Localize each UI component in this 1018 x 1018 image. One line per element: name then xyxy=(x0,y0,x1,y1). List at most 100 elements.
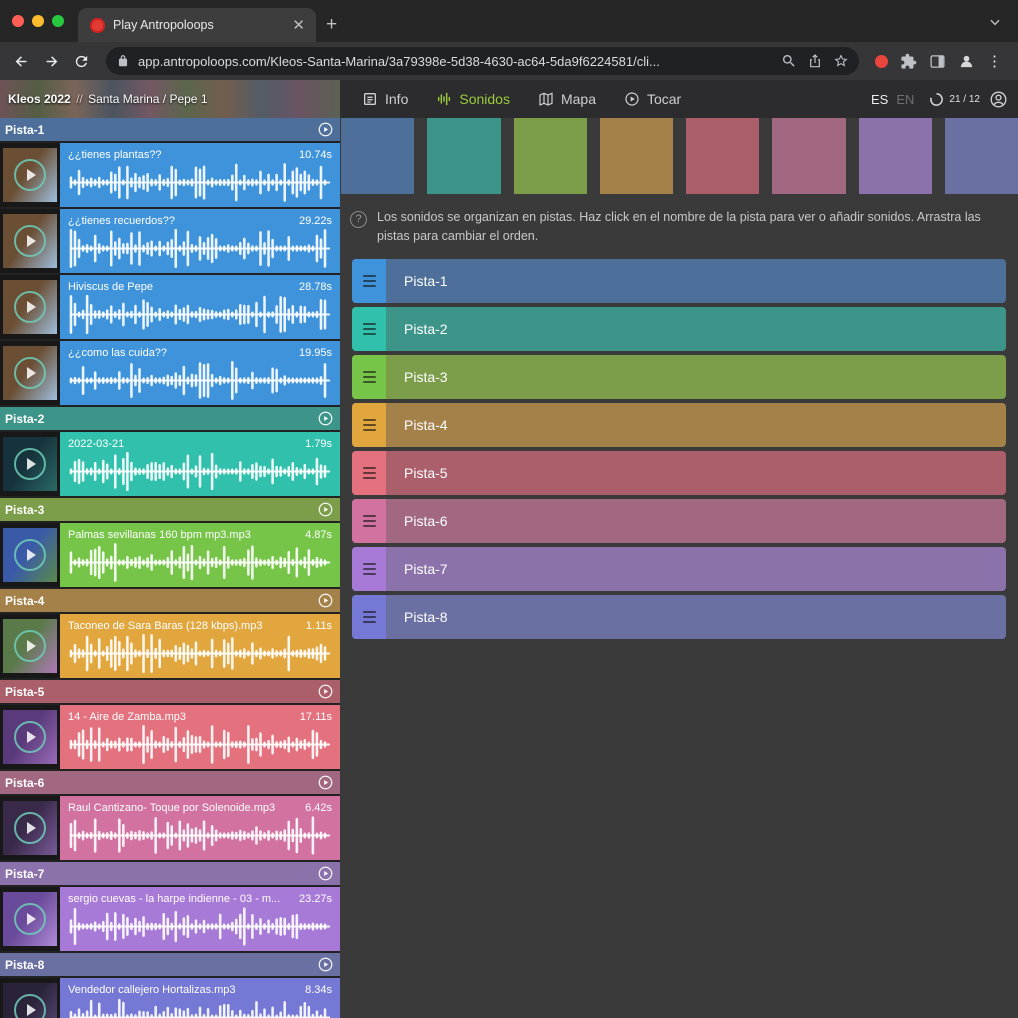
track-bar[interactable]: Pista-2 xyxy=(352,307,1006,351)
tab-mapa[interactable]: Mapa xyxy=(538,91,596,107)
share-icon[interactable] xyxy=(807,53,823,69)
track-play-button-icon[interactable] xyxy=(318,684,333,699)
tab-tocar[interactable]: Tocar xyxy=(624,91,681,107)
track-color-swatch[interactable] xyxy=(945,118,1018,194)
drag-handle-icon[interactable] xyxy=(352,403,386,447)
account-icon[interactable] xyxy=(989,90,1008,109)
track-color-swatch[interactable] xyxy=(859,118,932,194)
drag-handle-icon[interactable] xyxy=(352,547,386,591)
help-question-icon[interactable]: ? xyxy=(350,211,367,228)
track-play-button-icon[interactable] xyxy=(318,411,333,426)
profile-avatar-icon[interactable] xyxy=(958,53,975,70)
track-play-button-icon[interactable] xyxy=(318,775,333,790)
back-icon[interactable] xyxy=(8,48,34,74)
track-header[interactable]: Pista-1 xyxy=(0,118,340,141)
thumbnail-play-icon[interactable] xyxy=(3,346,57,400)
drag-handle-icon[interactable] xyxy=(352,595,386,639)
track-header[interactable]: Pista-4 xyxy=(0,589,340,612)
thumbnail-play-icon[interactable] xyxy=(3,892,57,946)
url-text[interactable]: app.antropoloops.com/Kleos-Santa-Marina/… xyxy=(138,54,773,69)
new-tab-button[interactable]: + xyxy=(316,14,349,42)
track-color-swatch[interactable] xyxy=(600,118,673,194)
track-bar[interactable]: Pista-7 xyxy=(352,547,1006,591)
thumbnail-play-icon[interactable] xyxy=(3,619,57,673)
track-play-button-icon[interactable] xyxy=(318,122,333,137)
tab-close-icon[interactable]: ✕ xyxy=(289,18,308,33)
recording-extension-icon[interactable] xyxy=(875,55,888,68)
thumbnail-play-icon[interactable] xyxy=(3,437,57,491)
track-header[interactable]: Pista-3 xyxy=(0,498,340,521)
sound-waveform[interactable] xyxy=(68,998,332,1018)
track-bar[interactable]: Pista-6 xyxy=(352,499,1006,543)
track-header[interactable]: Pista-7 xyxy=(0,862,340,885)
drag-handle-icon[interactable] xyxy=(352,499,386,543)
track-play-button-icon[interactable] xyxy=(318,593,333,608)
reload-icon[interactable] xyxy=(68,48,94,74)
drag-handle-icon[interactable] xyxy=(352,451,386,495)
track-play-button-icon[interactable] xyxy=(318,502,333,517)
sound-waveform[interactable] xyxy=(68,907,332,946)
macos-fullscreen-button[interactable] xyxy=(52,15,64,27)
sound-row[interactable]: ¿¿tienes recuerdos??29.22s xyxy=(0,209,340,273)
track-color-swatch[interactable] xyxy=(514,118,587,194)
thumbnail-play-icon[interactable] xyxy=(3,528,57,582)
sound-waveform[interactable] xyxy=(68,229,332,268)
track-color-swatch[interactable] xyxy=(686,118,759,194)
track-bar[interactable]: Pista-8 xyxy=(352,595,1006,639)
sound-row[interactable]: 14 - Aire de Zamba.mp317.11s xyxy=(0,705,340,769)
browser-menu-kebab-icon[interactable]: ⋮ xyxy=(987,54,1002,69)
sound-waveform[interactable] xyxy=(68,543,332,582)
drag-handle-icon[interactable] xyxy=(352,355,386,399)
forward-icon[interactable] xyxy=(38,48,64,74)
url-bar[interactable]: app.antropoloops.com/Kleos-Santa-Marina/… xyxy=(106,47,859,75)
track-header[interactable]: Pista-2 xyxy=(0,407,340,430)
lang-en[interactable]: EN xyxy=(896,92,914,107)
thumbnail-play-icon[interactable] xyxy=(3,148,57,202)
track-play-button-icon[interactable] xyxy=(318,957,333,972)
sound-waveform[interactable] xyxy=(68,295,332,334)
macos-close-button[interactable] xyxy=(12,15,24,27)
track-color-swatch[interactable] xyxy=(341,118,414,194)
drag-handle-icon[interactable] xyxy=(352,259,386,303)
sound-row[interactable]: Hiviscus de Pepe28.78s xyxy=(0,275,340,339)
track-color-swatch[interactable] xyxy=(427,118,500,194)
thumbnail-play-icon[interactable] xyxy=(3,983,57,1018)
sound-row[interactable]: Taconeo de Sara Baras (128 kbps).mp31.11… xyxy=(0,614,340,678)
tab-info[interactable]: Info xyxy=(362,91,408,107)
track-bar[interactable]: Pista-5 xyxy=(352,451,1006,495)
sound-row[interactable]: ¿¿como las cuida??19.95s xyxy=(0,341,340,405)
track-play-button-icon[interactable] xyxy=(318,866,333,881)
sound-row[interactable]: 2022-03-211.79s xyxy=(0,432,340,496)
sound-waveform[interactable] xyxy=(68,361,332,400)
breadcrumb-project-link[interactable]: Kleos 2022 xyxy=(8,92,71,106)
sound-row[interactable]: Palmas sevillanas 160 bpm mp3.mp34.87s xyxy=(0,523,340,587)
track-bar[interactable]: Pista-3 xyxy=(352,355,1006,399)
tab-search-chevron-icon[interactable] xyxy=(988,15,1018,42)
sound-row[interactable]: Raul Cantizano- Toque por Solenoide.mp36… xyxy=(0,796,340,860)
sound-row[interactable]: ¿¿tienes plantas??10.74s xyxy=(0,143,340,207)
zoom-icon[interactable] xyxy=(781,53,797,69)
sound-waveform[interactable] xyxy=(68,163,332,202)
lock-icon[interactable] xyxy=(116,54,130,68)
track-header[interactable]: Pista-5 xyxy=(0,680,340,703)
bookmark-star-icon[interactable] xyxy=(833,53,849,69)
breadcrumb-session-link[interactable]: Santa Marina / Pepe 1 xyxy=(88,92,207,106)
track-header[interactable]: Pista-6 xyxy=(0,771,340,794)
sound-waveform[interactable] xyxy=(68,725,332,764)
thumbnail-play-icon[interactable] xyxy=(3,801,57,855)
browser-tab[interactable]: Play Antropoloops ✕ xyxy=(78,8,316,42)
sound-waveform[interactable] xyxy=(68,816,332,855)
track-bar[interactable]: Pista-1 xyxy=(352,259,1006,303)
tab-sonidos[interactable]: Sonidos xyxy=(436,91,510,107)
drag-handle-icon[interactable] xyxy=(352,307,386,351)
macos-minimize-button[interactable] xyxy=(32,15,44,27)
track-color-swatch[interactable] xyxy=(772,118,845,194)
track-header[interactable]: Pista-8 xyxy=(0,953,340,976)
sound-row[interactable]: Vendedor callejero Hortalizas.mp38.34s xyxy=(0,978,340,1018)
side-panel-icon[interactable] xyxy=(929,53,946,70)
lang-es[interactable]: ES xyxy=(871,92,888,107)
sound-waveform[interactable] xyxy=(68,452,332,491)
extensions-puzzle-icon[interactable] xyxy=(900,53,917,70)
thumbnail-play-icon[interactable] xyxy=(3,710,57,764)
thumbnail-play-icon[interactable] xyxy=(3,280,57,334)
